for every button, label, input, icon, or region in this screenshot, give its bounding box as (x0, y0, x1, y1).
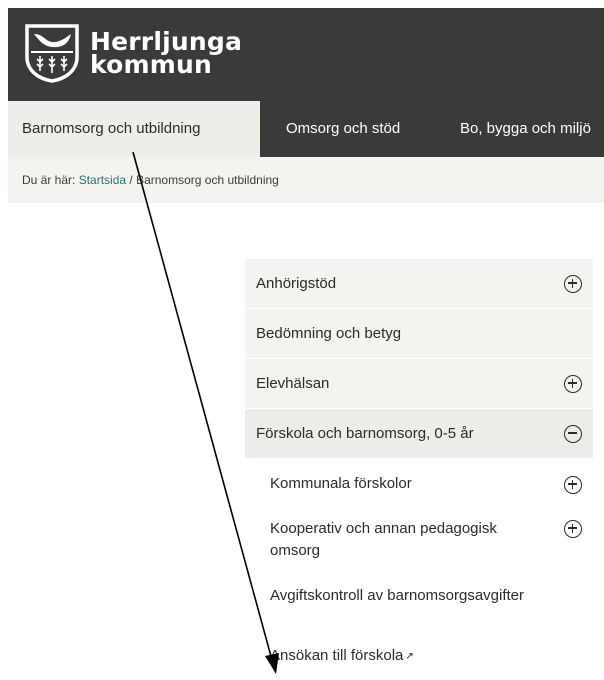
menu-item-forskola[interactable]: Förskola och barnomsorg, 0-5 år (245, 409, 593, 459)
submenu-item-ansokan-forskola[interactable]: Ansökan till förskola ↗ (245, 639, 593, 679)
breadcrumb-current: Barnomsorg och utbildning (136, 173, 279, 187)
plus-circle-icon[interactable] (564, 520, 582, 538)
breadcrumb-home-link[interactable]: Startsida (79, 173, 126, 187)
menu-item-label: Anhörigstöd (256, 275, 337, 292)
nav-item-bo-bygga[interactable]: Bo, bygga och miljö (460, 101, 591, 157)
submenu-item-label: Kommunala förskolor (270, 475, 412, 492)
menu-item-bedomning[interactable]: Bedömning och betyg (245, 309, 593, 359)
submenu-item-label: Kooperativ och annan pedagogisk omsorg (270, 520, 497, 559)
herrljunga-crest-icon[interactable] (21, 21, 83, 83)
menu-item-label: Bedömning och betyg (256, 325, 402, 342)
minus-circle-icon[interactable] (564, 425, 582, 443)
submenu-item-kooperativ[interactable]: Kooperativ och annan pedagogisk omsorg (245, 509, 593, 573)
site-logo-text[interactable]: Herrljunga kommun (90, 29, 242, 79)
site-header: Herrljunga kommun (8, 8, 604, 101)
main-navigation: Barnomsorg och utbildning Omsorg och stö… (8, 101, 604, 157)
submenu-item-label: Avgiftskontroll av barnomsorgsavgifter (270, 587, 525, 604)
menu-item-label: Förskola och barnomsorg, 0-5 år (256, 425, 474, 442)
breadcrumb-prefix: Du är här: (22, 173, 76, 187)
submenu-item-avgiftskontroll[interactable]: Avgiftskontroll av barnomsorgsavgifter (245, 573, 593, 639)
plus-circle-icon[interactable] (564, 375, 582, 393)
submenu-item-label: Ansökan till förskola (270, 647, 404, 664)
menu-item-label: Elevhälsan (256, 375, 330, 392)
plus-circle-icon[interactable] (564, 476, 582, 494)
external-link-icon: ↗ (405, 651, 414, 662)
breadcrumb: Du är här: Startsida / Barnomsorg och ut… (8, 157, 604, 203)
nav-item-omsorg[interactable]: Omsorg och stöd (286, 101, 400, 157)
submenu-item-kommunala-forskolor[interactable]: Kommunala förskolor (245, 459, 593, 509)
logo-line-2: kommun (90, 50, 213, 79)
menu-item-elevhalsan[interactable]: Elevhälsan (245, 359, 593, 409)
menu-item-anhorigstod[interactable]: Anhörigstöd (245, 259, 593, 309)
breadcrumb-separator: / (126, 173, 137, 187)
plus-circle-icon[interactable] (564, 275, 582, 293)
section-menu: Anhörigstöd Bedömning och betyg Elevhäls… (245, 259, 593, 679)
nav-item-barnomsorg[interactable]: Barnomsorg och utbildning (8, 101, 260, 157)
